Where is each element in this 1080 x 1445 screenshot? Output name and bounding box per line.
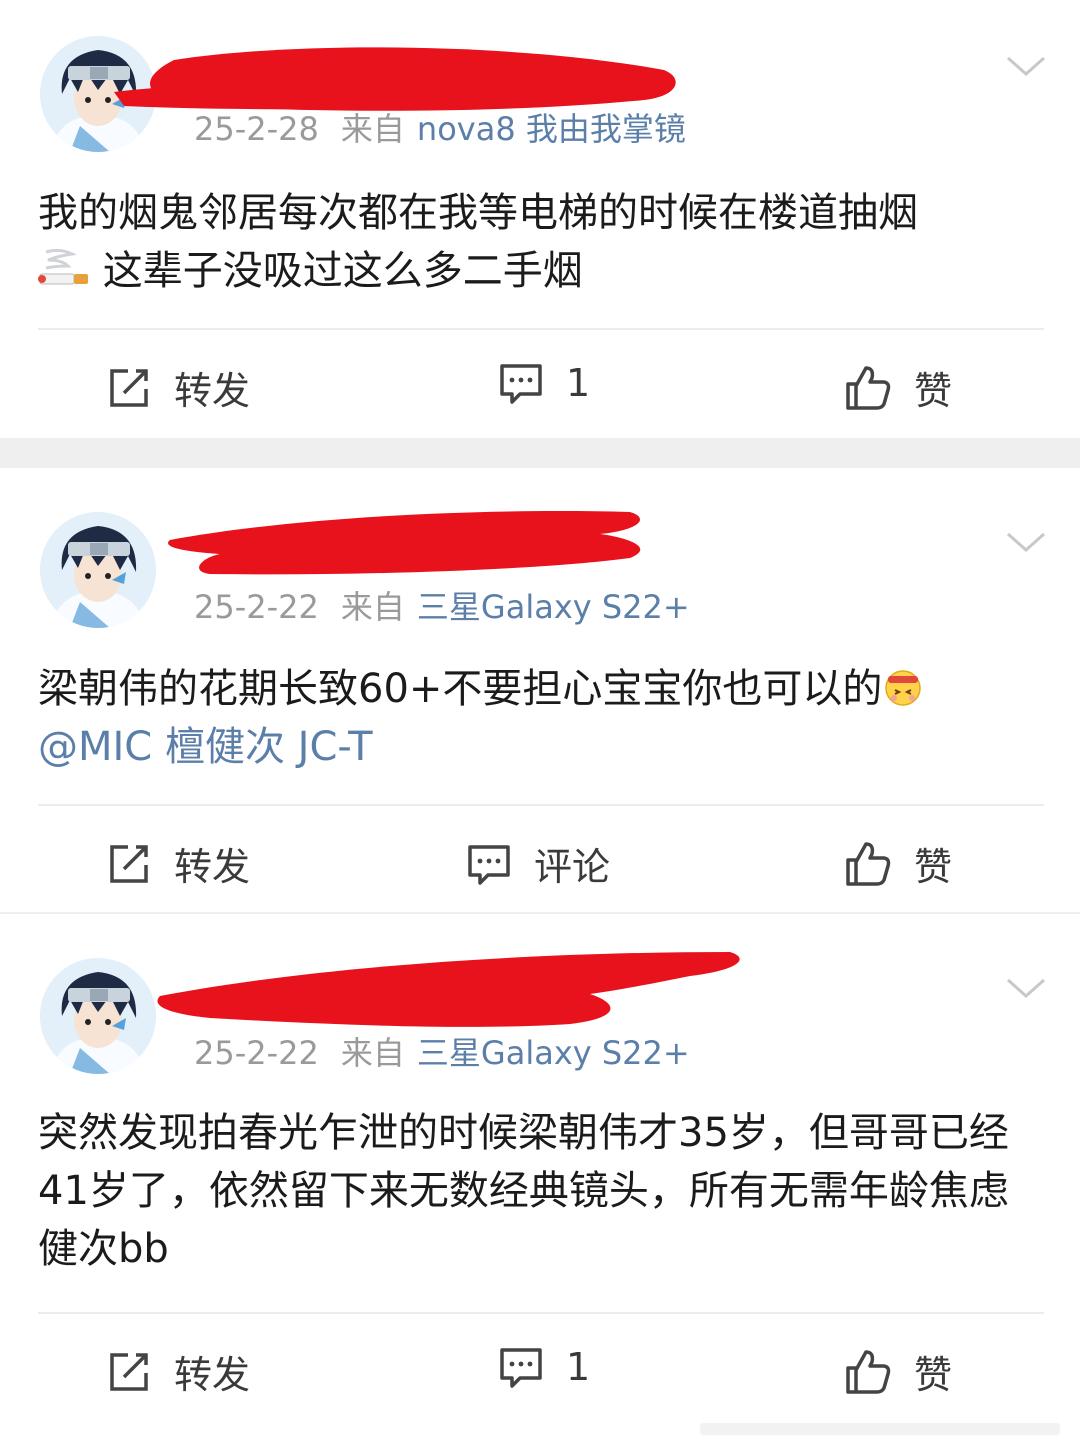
- repost-icon: [110, 844, 148, 883]
- like-label: 赞: [914, 369, 953, 413]
- chevron-down-icon[interactable]: [1004, 528, 1048, 556]
- post-card: 25-2-22 来自 三星Galaxy S22+ 突然发现拍春光乍泄的时候梁朝伟才3…: [0, 914, 1080, 1445]
- post-body: 梁朝伟的花期长致60+不要担心宝宝你也可以的: [38, 666, 883, 712]
- repost-icon: [110, 1352, 148, 1391]
- post-date: 25-2-22: [194, 588, 319, 626]
- thumbs-up-icon: [846, 1349, 891, 1394]
- comment-icon: [500, 364, 542, 404]
- repost-label: 转发: [174, 845, 251, 889]
- post-date: 25-2-28: [194, 110, 319, 148]
- like-button[interactable]: 赞: [844, 1344, 952, 1399]
- repost-button[interactable]: 转发: [106, 360, 250, 415]
- comment-label: 评论: [534, 845, 611, 889]
- post-separator: [0, 438, 1080, 468]
- repost-button[interactable]: 转发: [106, 836, 250, 891]
- post-text: 突然发现拍春光乍泄的时候梁朝伟才35岁，但哥哥已经41岁了，依然留下来无数经典镜…: [38, 1104, 1048, 1278]
- repost-label: 转发: [174, 369, 251, 413]
- post-card: 25-2-22 来自 三星Galaxy S22+ 梁朝伟的花期长致60+不要担心宝宝…: [0, 468, 1080, 912]
- post-text: 梁朝伟的花期长致60+不要担心宝宝你也可以的 @MIC 檀健次 JC-T: [38, 660, 1048, 776]
- cheer-face-emoji: [885, 670, 922, 706]
- from-label: 来自: [340, 1034, 405, 1072]
- post-body: 我的烟鬼邻居每次都在我等电梯的时候在楼道抽烟: [38, 190, 918, 236]
- like-label: 赞: [914, 845, 953, 889]
- thumbs-up-icon: [846, 365, 891, 410]
- post-card: 25-2-28 来自 nova8 我由我掌镜 我的烟鬼邻居每次都在我等电梯的时候在楼…: [0, 0, 1080, 438]
- comment-button[interactable]: 1: [498, 1344, 590, 1390]
- chevron-down-icon[interactable]: [1004, 974, 1048, 1002]
- redacted-username: [157, 952, 740, 1027]
- comment-count: 1: [566, 1345, 591, 1389]
- comment-icon: [500, 1348, 542, 1388]
- post-body: 突然发现拍春光乍泄的时候梁朝伟才35岁，但哥哥已经41岁了，依然留下来无数经典镜…: [38, 1110, 1009, 1272]
- post-source[interactable]: 三星Galaxy S22+: [417, 588, 690, 626]
- divider: [38, 1312, 1044, 1314]
- comment-button[interactable]: 1: [498, 360, 590, 406]
- divider: [38, 328, 1044, 330]
- post-meta: 25-2-22 来自 三星Galaxy S22+: [194, 582, 690, 628]
- like-button[interactable]: 赞: [844, 360, 952, 415]
- repost-icon: [110, 368, 148, 407]
- post-date: 25-2-22: [194, 1034, 319, 1072]
- chevron-down-icon[interactable]: [1004, 52, 1048, 80]
- post-text: 我的烟鬼邻居每次都在我等电梯的时候在楼道抽烟 这辈子没吸过这么多二手烟: [38, 184, 1048, 300]
- thumbs-up-icon: [846, 841, 891, 886]
- comment-icon: [468, 844, 510, 885]
- divider: [38, 804, 1044, 806]
- post-meta: 25-2-28 来自 nova8 我由我掌镜: [194, 104, 686, 150]
- from-label: 来自: [340, 110, 405, 148]
- mention-link[interactable]: @MIC 檀健次 JC-T: [38, 724, 373, 770]
- avatar[interactable]: [40, 958, 156, 1074]
- redacted-username: [168, 511, 641, 575]
- avatar[interactable]: [40, 512, 156, 628]
- watermark-graphic: [700, 1423, 1060, 1435]
- post-meta: 25-2-22 来自 三星Galaxy S22+: [194, 1028, 690, 1074]
- comment-count: 1: [566, 361, 591, 405]
- post-body-2: 这辈子没吸过这么多二手烟: [90, 248, 583, 294]
- repost-button[interactable]: 转发: [106, 1344, 250, 1399]
- comment-button[interactable]: 评论: [466, 836, 610, 891]
- post-source[interactable]: 三星Galaxy S22+: [417, 1034, 690, 1072]
- like-label: 赞: [914, 1353, 953, 1397]
- like-button[interactable]: 赞: [844, 836, 952, 891]
- from-label: 来自: [340, 588, 405, 626]
- repost-label: 转发: [174, 1353, 251, 1397]
- post-source[interactable]: nova8 我由我掌镜: [417, 110, 686, 148]
- cigarette-emoji: [38, 248, 88, 285]
